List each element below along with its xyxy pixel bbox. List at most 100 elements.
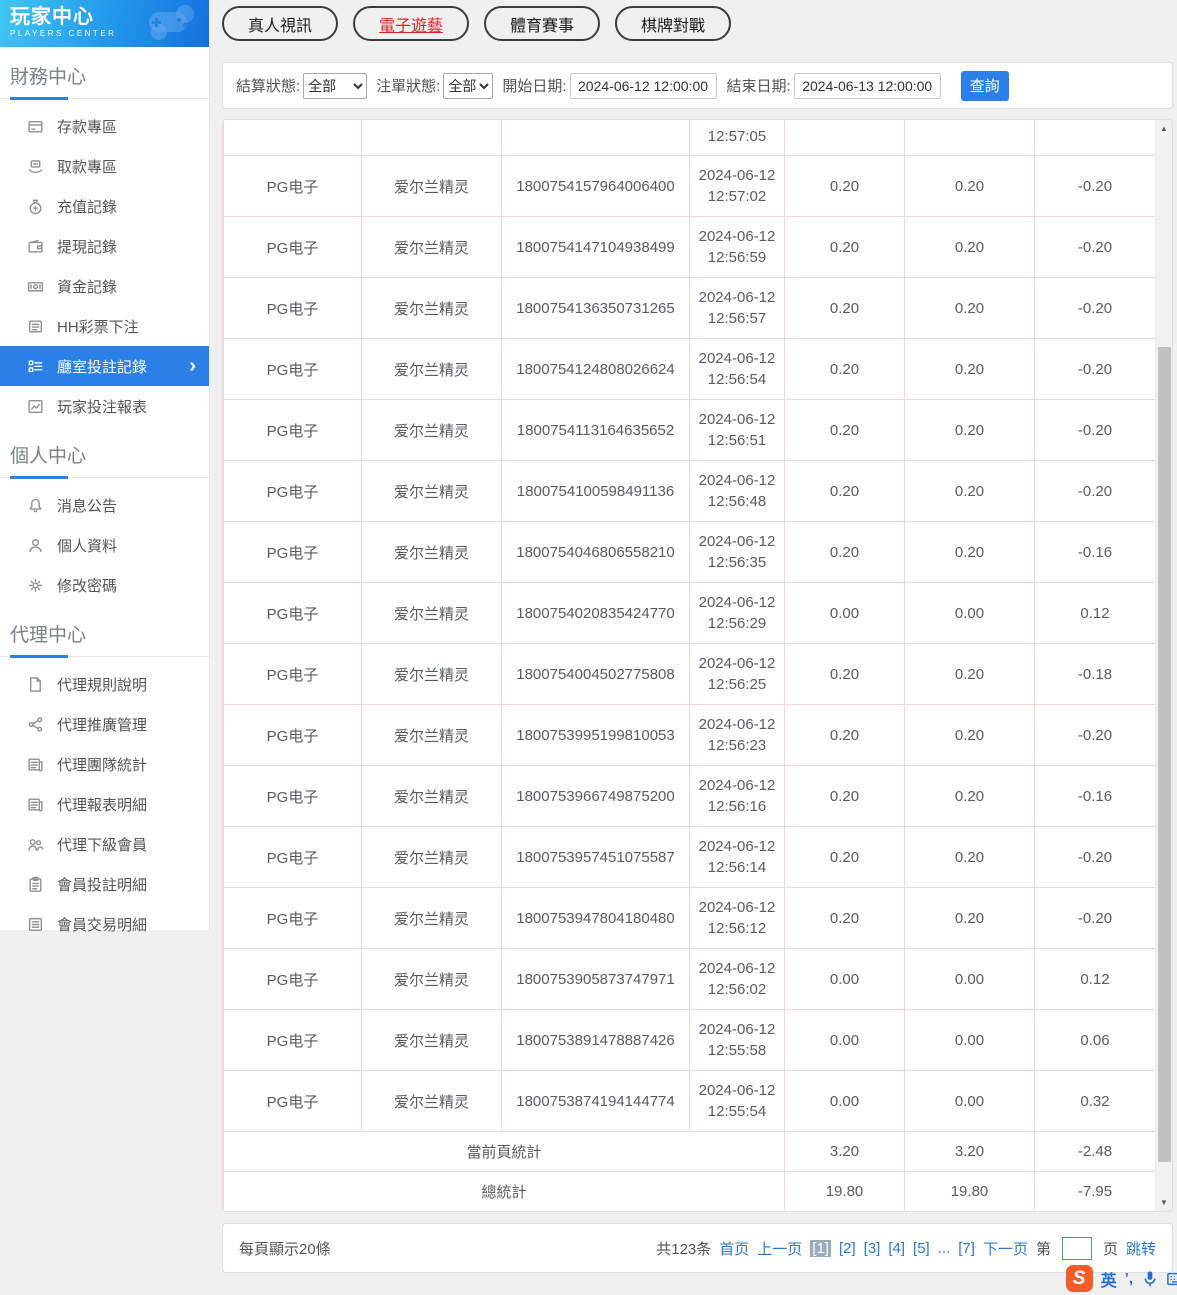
sidebar-nav: 財務中心存款專區 取款專區充值記錄提現記錄 資金記錄 HH彩票下注 廳室投註記錄 › 玩家投… (0, 47, 209, 944)
agent-promotion-icon (27, 716, 44, 733)
microphone-icon[interactable] (1141, 1270, 1159, 1288)
table-row: PG电子 爱尔兰精灵 1800753966749875200 2024-06-12 12… (223, 765, 1156, 827)
member-trade-detail-icon (27, 916, 44, 933)
cell-profit: -0.20 (1034, 216, 1156, 278)
sidebar-item-withdrawal-record[interactable]: 提現記錄 (0, 226, 209, 266)
cell-order: 1800753905873747971 (501, 948, 690, 1010)
cell-order: 1800753995199810053 (501, 704, 690, 766)
page-link-7[interactable]: [7] (958, 1240, 975, 1257)
cell-valid: 0.20 (904, 460, 1035, 522)
cell-provider: PG电子 (223, 216, 362, 278)
ime-punctuation-toggle[interactable]: ’, (1125, 1270, 1133, 1287)
table-row: PG电子 爱尔兰精灵 1800754020835424770 2024-06-12 12… (223, 582, 1156, 644)
cell-summary-label: 當前頁統計 (223, 1131, 785, 1172)
scroll-down-icon[interactable]: ▼ (1156, 1194, 1172, 1211)
cell-valid: 19.80 (904, 1171, 1035, 1211)
cell-game: 爱尔兰精灵 (361, 887, 502, 949)
cell-provider: PG电子 (223, 1009, 362, 1071)
sidebar-item-change-password[interactable]: 修改密碼 (0, 565, 209, 605)
order-status-select[interactable]: 全部 (443, 72, 494, 99)
cell-profit: -2.48 (1034, 1131, 1156, 1172)
sidebar-item-agent-rules[interactable]: 代理規則說明 (0, 664, 209, 704)
sidebar-item-member-trade-detail[interactable]: 會員交易明細 (0, 904, 209, 944)
player-bet-report-icon (27, 398, 44, 415)
table-row: PG电子 爱尔兰精灵 1800754124808026624 2024-06-12 12… (223, 338, 1156, 400)
scroll-up-icon[interactable]: ▲ (1156, 120, 1172, 137)
category-tab-3[interactable]: 體育賽事 (484, 6, 601, 41)
cell-profit: -0.18 (1034, 643, 1156, 705)
sidebar-item-withdraw[interactable]: 取款專區 (0, 146, 209, 186)
cell-summary-label: 總統計 (223, 1171, 785, 1211)
prev-page-link[interactable]: 上一页 (757, 1238, 802, 1259)
table-row: PG电子 爱尔兰精灵 1800753947804180480 2024-06-12 12… (223, 887, 1156, 949)
jump-button[interactable]: 跳转 (1126, 1238, 1156, 1259)
cell-order: 1800753966749875200 (501, 765, 690, 827)
jump-prefix-label: 第 (1035, 1240, 1051, 1258)
cell-profit: -0.20 (1034, 704, 1156, 766)
sidebar-item-label: 代理報表明細 (57, 796, 148, 814)
sidebar-item-label: 充值記錄 (57, 198, 118, 216)
section-title: 財務中心 (10, 67, 87, 88)
cell-valid: 0.20 (904, 155, 1035, 217)
next-page-link[interactable]: 下一页 (983, 1238, 1028, 1259)
cell-game: 爱尔兰精灵 (361, 765, 502, 827)
bet-table-body: 12:57:05 PG电子 爱尔兰精灵 1800754157964006400 2024… (223, 120, 1156, 1211)
table-row: PG电子 爱尔兰精灵 1800753957451075587 2024-06-12 12… (223, 826, 1156, 888)
sidebar-item-label: 代理團隊統計 (57, 756, 148, 774)
cell-bet: 0.20 (784, 765, 905, 827)
sidebar-item-player-bet-report[interactable]: 玩家投注報表 (0, 386, 209, 426)
settle-status-select[interactable]: 全部 (303, 72, 368, 99)
sogou-logo-icon[interactable]: S (1065, 1265, 1093, 1292)
agent-team-stats-icon (27, 756, 44, 773)
query-button[interactable]: 查詢 (960, 70, 1009, 101)
jump-page-input[interactable] (1061, 1236, 1092, 1260)
cell-profit: -0.20 (1034, 277, 1156, 339)
page-link-3[interactable]: [3] (864, 1240, 881, 1257)
scrollbar-thumb[interactable] (1158, 347, 1171, 1162)
page-link-current[interactable]: [1] (810, 1239, 831, 1257)
cell-provider: PG电子 (223, 948, 362, 1010)
cell-order: 1800754100598491136 (501, 460, 690, 522)
keyboard-icon[interactable] (1167, 1270, 1177, 1288)
sidebar-item-profile[interactable]: 個人資料 (0, 525, 209, 565)
sidebar-item-agent-promotion[interactable]: 代理推廣管理 (0, 704, 209, 744)
first-page-link[interactable]: 首页 (719, 1238, 749, 1259)
category-tab-2[interactable]: 電子遊藝 (353, 6, 470, 41)
sidebar-item-member-bet-detail[interactable]: 會員投註明細 (0, 864, 209, 904)
sidebar-item-lottery-bet[interactable]: HH彩票下注 (0, 306, 209, 346)
page-link-2[interactable]: [2] (839, 1240, 856, 1257)
category-tab-1[interactable]: 真人視訊 (222, 6, 339, 41)
cell-profit: -0.20 (1034, 826, 1156, 888)
sidebar-item-recharge-record[interactable]: 充值記錄 (0, 186, 209, 226)
sidebar-item-agent-team-stats[interactable]: 代理團隊統計 (0, 744, 209, 784)
cell-time: 2024-06-12 12:55:54 (689, 1070, 785, 1132)
cell-bet: 0.00 (784, 1070, 905, 1132)
sidebar-item-announcement[interactable]: 消息公告 (0, 485, 209, 525)
cell-provider: PG电子 (223, 521, 362, 583)
cell-valid: 0.20 (904, 338, 1035, 400)
ime-language-toggle[interactable]: 英 (1101, 1267, 1117, 1291)
cell-bet: 0.20 (784, 277, 905, 339)
sidebar-item-funds-record[interactable]: 資金記錄 (0, 266, 209, 306)
sidebar-item-deposit[interactable]: 存款專區 (0, 106, 209, 146)
end-date-input[interactable] (793, 72, 941, 99)
start-date-input[interactable] (569, 72, 717, 99)
sidebar-item-room-bet-record[interactable]: 廳室投註記錄 › (0, 346, 209, 386)
sidebar-item-agent-members[interactable]: 代理下級會員 (0, 824, 209, 864)
cell-time: 2024-06-12 12:56:12 (689, 887, 785, 949)
pagination-bar: 每頁顯示20條 共123条 首页 上一页 [1] [2] [3] [4] [5]...[… (222, 1223, 1173, 1273)
cell-valid: 0.20 (904, 399, 1035, 461)
pagination-ellipsis[interactable]: ... (938, 1240, 951, 1257)
gamepad-icon (133, 2, 203, 47)
room-bet-record-icon (27, 358, 44, 375)
cell-valid: 0.20 (904, 704, 1035, 766)
jump-suffix-label: 页 (1102, 1240, 1118, 1258)
page-link-5[interactable]: [5] (913, 1240, 930, 1257)
category-tab-4[interactable]: 棋牌對戰 (615, 6, 732, 41)
sidebar-item-agent-report[interactable]: 代理報表明細 (0, 784, 209, 824)
cell-bet: 0.20 (784, 399, 905, 461)
table-row: PG电子 爱尔兰精灵 1800753891478887426 2024-06-12 12… (223, 1009, 1156, 1071)
page-link-4[interactable]: [4] (888, 1240, 905, 1257)
deposit-icon (27, 118, 44, 135)
cell-time: 2024-06-12 12:56:23 (689, 704, 785, 766)
